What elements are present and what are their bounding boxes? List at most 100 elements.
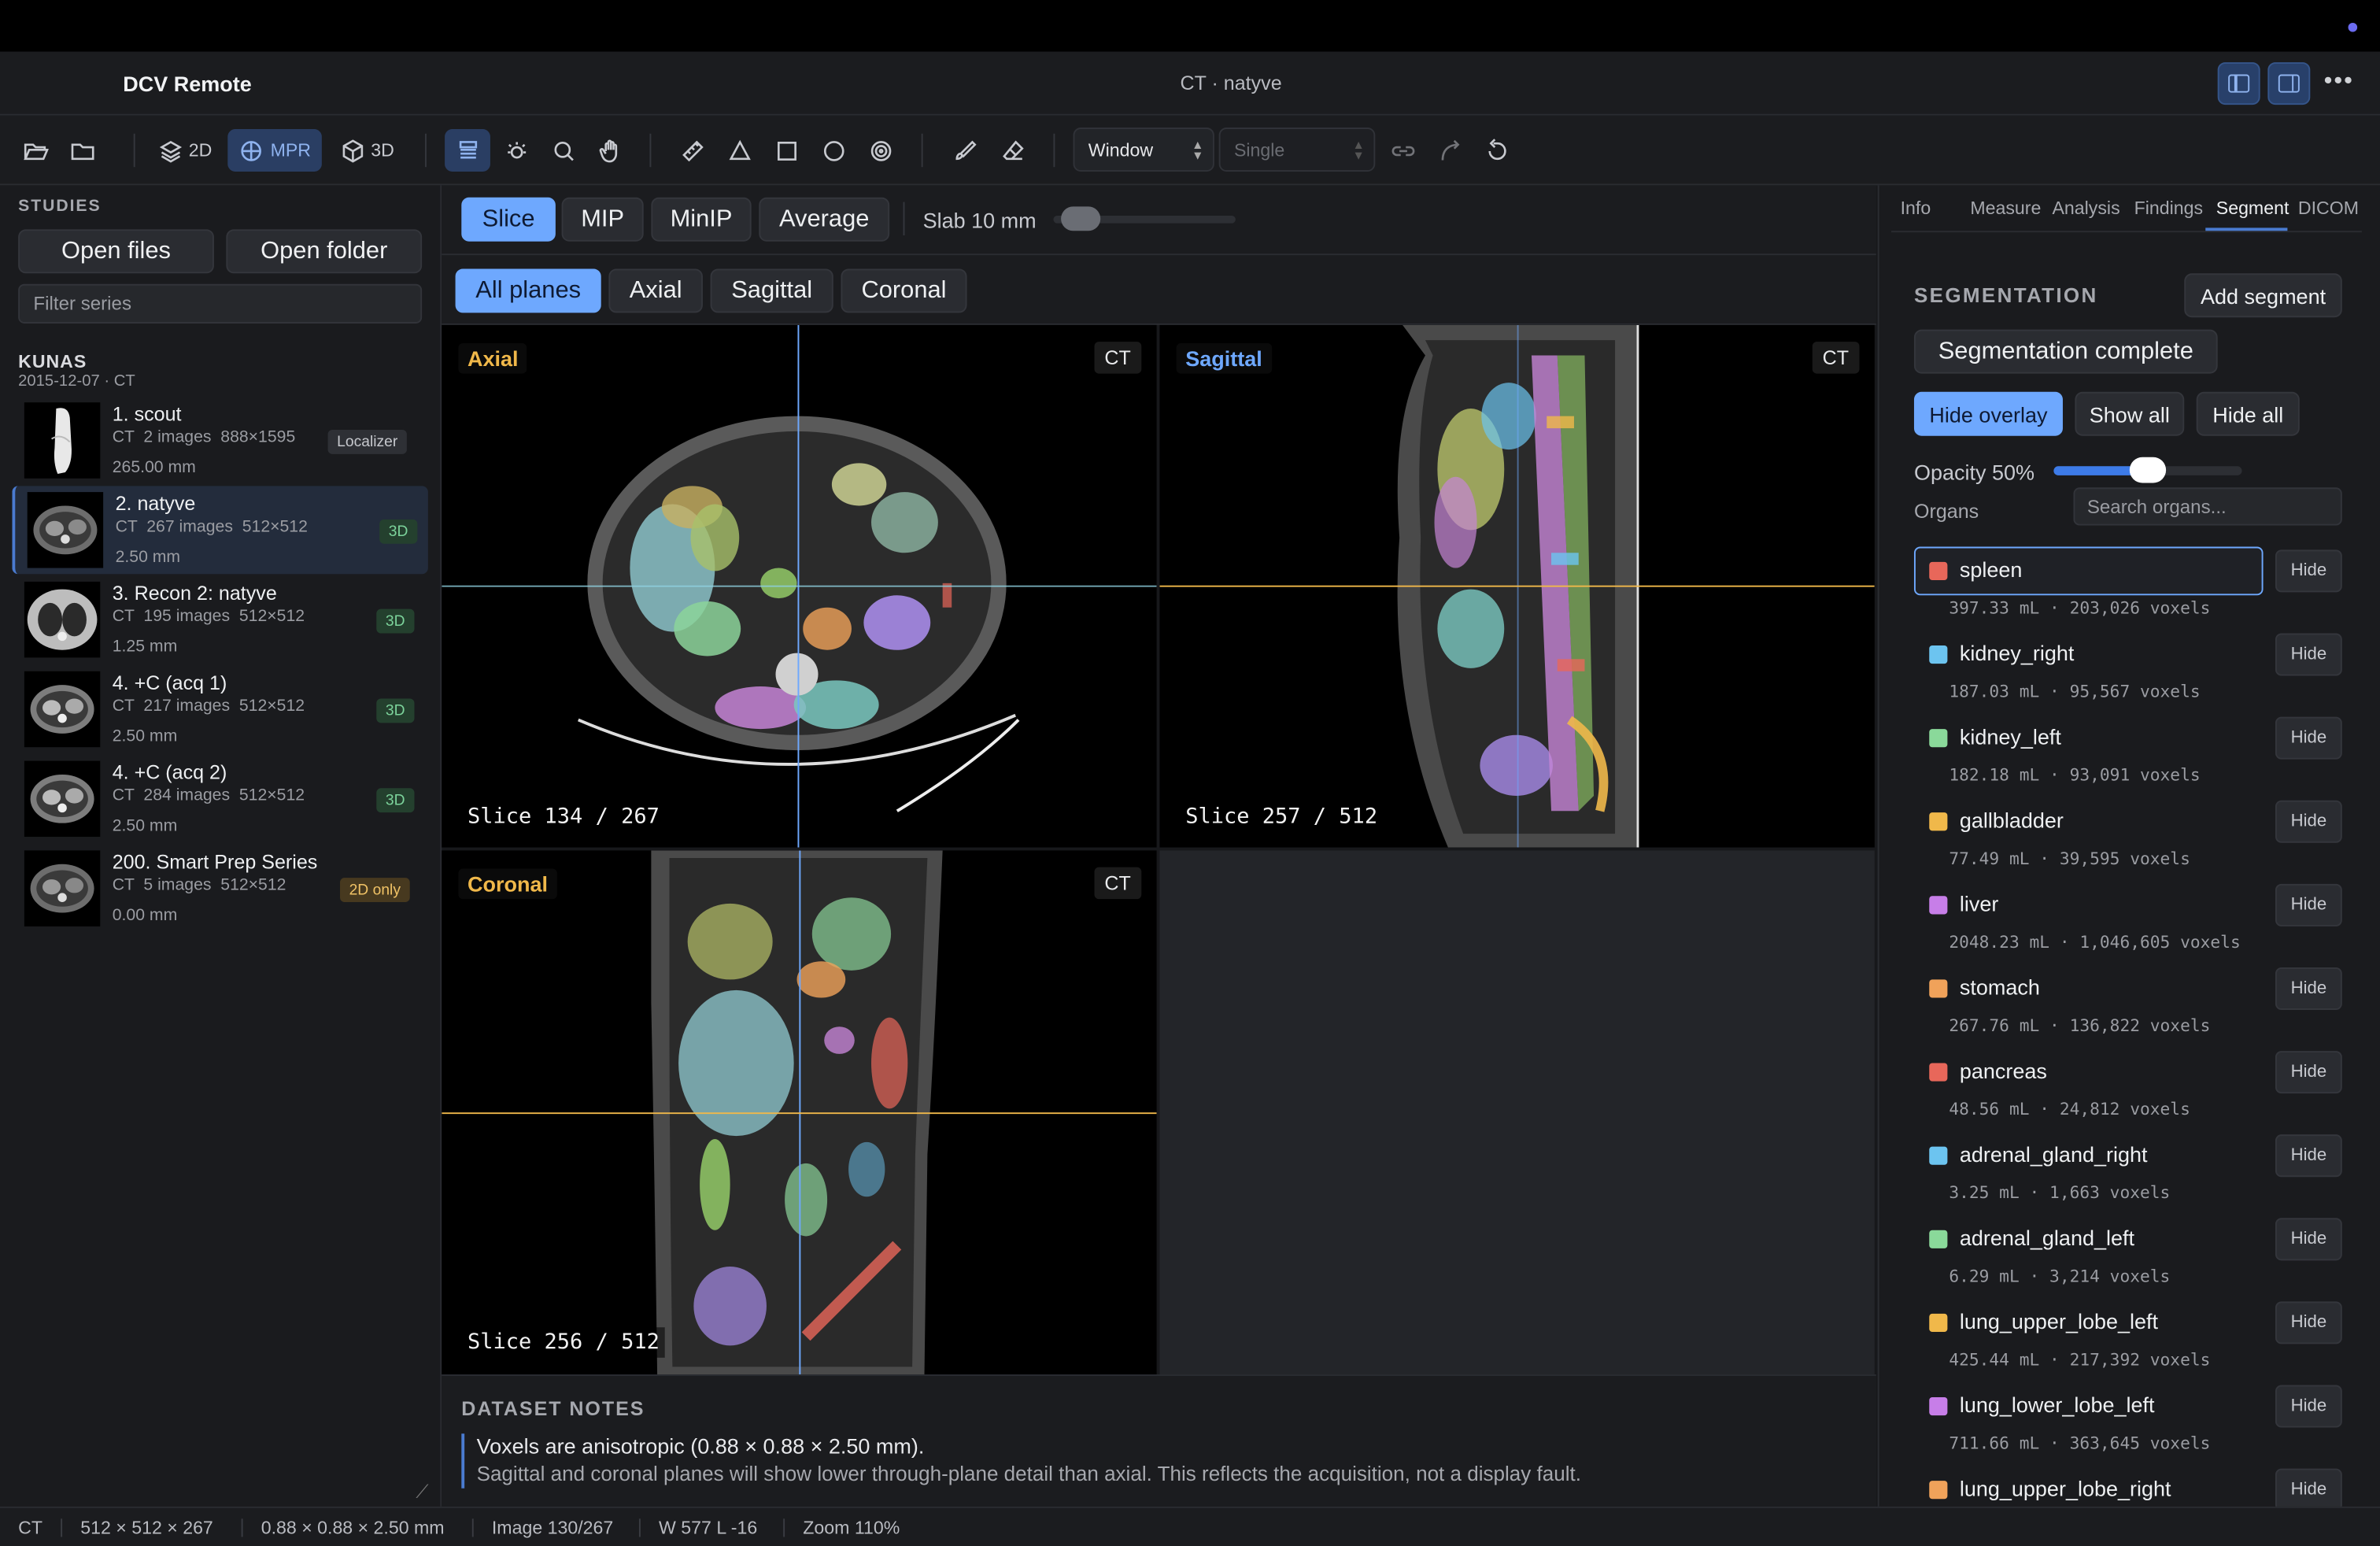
- folder-button[interactable]: [62, 129, 102, 172]
- add-segment-button[interactable]: Add segment: [2184, 273, 2342, 318]
- organ-row[interactable]: liver 2048.23 mL · 1,046,605 voxels Hide: [1914, 881, 2354, 964]
- organ-color-swatch: [1929, 979, 1948, 998]
- series-item-selected[interactable]: 2. natyve CT 267 images 512×512 2.50 mm …: [12, 486, 428, 575]
- filter-series-input[interactable]: Filter series: [18, 283, 423, 324]
- layout-select[interactable]: Single ▲ ▼: [1218, 128, 1376, 172]
- opacity-slider-knob[interactable]: [2129, 457, 2167, 483]
- organ-hide-button[interactable]: Hide: [2275, 1051, 2342, 1094]
- organ-hide-button[interactable]: Hide: [2275, 800, 2342, 843]
- zoom-tool-button[interactable]: [542, 129, 585, 172]
- tab-info[interactable]: Info: [1901, 198, 1931, 219]
- projection-minip-button[interactable]: MinIP: [651, 197, 752, 242]
- organ-row[interactable]: gallbladder 77.49 mL · 39,595 voxels Hide: [1914, 797, 2354, 881]
- tab-segment[interactable]: Segment: [2216, 198, 2289, 219]
- mode-3d-button[interactable]: 3D: [332, 129, 402, 172]
- modality-badge: CT: [1093, 342, 1142, 374]
- modality-badge: CT: [1812, 342, 1860, 374]
- projection-average-button[interactable]: Average: [759, 197, 890, 242]
- show-all-button[interactable]: Show all: [2075, 391, 2185, 436]
- organ-row[interactable]: kidney_right 187.03 mL · 95,567 voxels Hid…: [1914, 631, 2354, 714]
- series-thumbnail: [24, 850, 101, 926]
- projection-mip-button[interactable]: MIP: [561, 197, 644, 242]
- plane-all-button[interactable]: All planes: [455, 268, 601, 313]
- tab-measure[interactable]: Measure: [1970, 198, 2041, 219]
- toggle-right-panel-button[interactable]: [2267, 62, 2311, 105]
- series-item[interactable]: 3. Recon 2: natyve CT 195 images 512×512…: [12, 575, 427, 664]
- document-title: CT · natyve: [1180, 71, 1282, 94]
- organ-hide-button[interactable]: Hide: [2275, 1218, 2342, 1261]
- organ-color-swatch: [1929, 812, 1948, 831]
- organ-hide-button[interactable]: Hide: [2275, 967, 2342, 1010]
- rectangle-tool-button[interactable]: [765, 129, 808, 172]
- tab-dicom[interactable]: DICOM: [2298, 198, 2359, 219]
- organ-row[interactable]: lung_lower_lobe_left 711.66 mL · 363,645 …: [1914, 1382, 2354, 1466]
- series-title: 4. +C (acq 1): [112, 671, 227, 694]
- coronal-ct-image: [442, 850, 1157, 1375]
- active-tab-indicator: [2205, 227, 2288, 231]
- organ-hide-button[interactable]: Hide: [2275, 633, 2342, 676]
- organ-hide-button[interactable]: Hide: [2275, 1385, 2342, 1428]
- brush-tool-button[interactable]: [943, 129, 985, 172]
- organ-row[interactable]: adrenal_gland_left 6.29 mL · 3,214 voxels…: [1914, 1215, 2354, 1298]
- mode-mpr-button[interactable]: MPR: [227, 128, 322, 172]
- projection-slice-button[interactable]: Slice: [461, 197, 556, 242]
- organ-hide-button[interactable]: Hide: [2275, 1134, 2342, 1178]
- plane-coronal-button[interactable]: Coronal: [841, 268, 967, 313]
- plane-axial-button[interactable]: Axial: [608, 268, 703, 313]
- study-date: 2015-12-07 · CT: [18, 372, 135, 390]
- organ-row[interactable]: stomach 267.76 mL · 136,822 voxels Hide: [1914, 964, 2354, 1048]
- pan-tool-button[interactable]: [589, 129, 631, 172]
- coronal-viewport[interactable]: Coronal CT Slice 256 / 512: [442, 850, 1157, 1375]
- toggle-left-panel-button[interactable]: [2217, 62, 2260, 105]
- open-folder-button[interactable]: Open folder: [226, 229, 423, 274]
- hide-overlay-button[interactable]: Hide overlay: [1913, 391, 2063, 436]
- organ-hide-button[interactable]: Hide: [2275, 1301, 2342, 1344]
- link-button[interactable]: [1383, 129, 1422, 172]
- angle-tool-button[interactable]: [718, 129, 760, 172]
- redo-button[interactable]: [1430, 129, 1469, 172]
- resize-handle-icon[interactable]: ⟋: [416, 1481, 428, 1503]
- ellipse-tool-button[interactable]: [812, 129, 855, 172]
- more-options-button[interactable]: •••: [2324, 68, 2354, 96]
- organ-row[interactable]: adrenal_gland_right 3.25 mL · 1,663 voxel…: [1914, 1131, 2354, 1215]
- open-files-button[interactable]: Open files: [18, 229, 214, 274]
- organ-name: kidney_left: [1959, 724, 2061, 749]
- window-preset-select[interactable]: Window ▲ ▼: [1073, 128, 1214, 172]
- search-organs-input[interactable]: Search organs...: [2073, 487, 2342, 526]
- mode-mpr-label: MPR: [270, 139, 312, 161]
- scroll-tool-button[interactable]: [445, 128, 490, 172]
- window-level-tool-button[interactable]: [495, 129, 538, 172]
- eraser-tool-button[interactable]: [991, 129, 1033, 172]
- mode-2d-button[interactable]: 2D: [150, 129, 220, 172]
- mode-2d-label: 2D: [188, 139, 213, 161]
- ruler-tool-button[interactable]: [671, 129, 713, 172]
- ruler-icon: [682, 139, 703, 161]
- organ-row[interactable]: spleen 397.33 mL · 203,026 voxels Hide: [1913, 546, 2354, 631]
- organ-hide-button[interactable]: Hide: [2275, 1468, 2342, 1511]
- open-folder-button[interactable]: [15, 129, 54, 172]
- axial-viewport[interactable]: Axial CT Slice 134 / 267: [442, 324, 1157, 848]
- series-item[interactable]: 200. Smart Prep Series CT 5 images 512×5…: [12, 845, 427, 933]
- organ-hide-button[interactable]: Hide: [2275, 716, 2342, 760]
- target-tool-button[interactable]: [859, 129, 902, 172]
- sagittal-viewport[interactable]: Sagittal CT Slice 257 / 512: [1159, 324, 1875, 848]
- scroll-stack-icon: [458, 140, 477, 158]
- reset-button[interactable]: [1476, 129, 1518, 172]
- series-meta: CT 2 images 888×1595: [112, 428, 296, 447]
- series-item[interactable]: 4. +C (acq 2) CT 284 images 512×512 2.50…: [12, 755, 427, 843]
- organ-hide-button[interactable]: Hide: [2275, 549, 2342, 593]
- organ-row[interactable]: kidney_left 182.18 mL · 93,091 voxels Hide: [1914, 714, 2354, 797]
- organ-row[interactable]: pancreas 48.56 mL · 24,812 voxels Hide: [1914, 1048, 2354, 1131]
- tab-findings[interactable]: Findings: [2134, 198, 2203, 219]
- organ-name: lung_upper_lobe_right: [1959, 1476, 2171, 1501]
- hide-all-button[interactable]: Hide all: [2196, 391, 2300, 436]
- organ-volume: 187.03 mL · 95,567 voxels: [1949, 682, 2201, 702]
- organ-color-swatch: [1929, 1230, 1948, 1248]
- tab-analysis[interactable]: Analysis: [2052, 198, 2119, 219]
- series-item[interactable]: 1. scout CT 2 images 888×1595 265.00 mm …: [12, 397, 427, 485]
- organ-hide-button[interactable]: Hide: [2275, 883, 2342, 926]
- organ-row[interactable]: lung_upper_lobe_left 425.44 mL · 217,392 …: [1914, 1299, 2354, 1382]
- plane-sagittal-button[interactable]: Sagittal: [710, 268, 833, 313]
- slab-slider-knob[interactable]: [1061, 206, 1101, 231]
- series-item[interactable]: 4. +C (acq 1) CT 217 images 512×512 2.50…: [12, 665, 427, 753]
